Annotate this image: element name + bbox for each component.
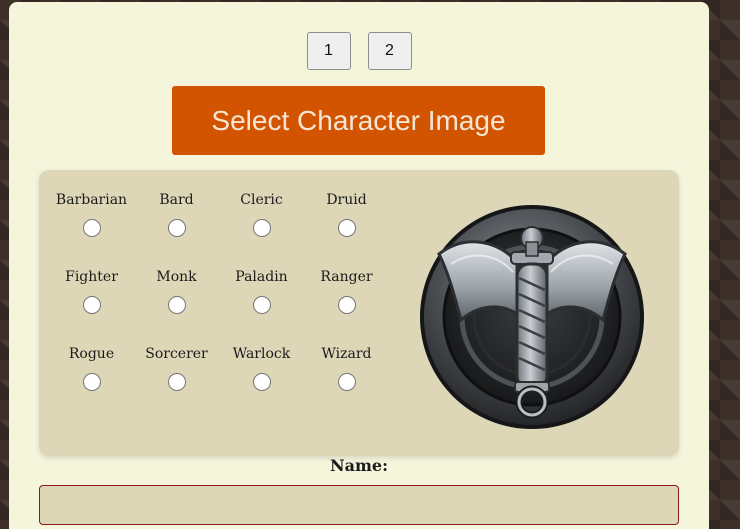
class-option-druid: Druid: [304, 190, 389, 267]
name-input[interactable]: [39, 485, 679, 525]
class-label: Sorcerer: [145, 346, 208, 362]
class-label: Fighter: [65, 269, 118, 285]
class-radio[interactable]: [167, 219, 186, 237]
class-radio[interactable]: [82, 219, 101, 237]
class-label: Paladin: [235, 269, 288, 285]
page-pagination: 1 2: [9, 32, 709, 70]
class-option-barbarian: Barbarian: [49, 190, 134, 267]
class-radio[interactable]: [337, 373, 356, 391]
character-panel: 1 2 Select Character Image Barbarian Bar…: [9, 2, 709, 529]
name-label: Name:: [329, 456, 388, 475]
page-1-button[interactable]: 1: [306, 32, 351, 70]
class-radio[interactable]: [337, 219, 356, 237]
class-radio[interactable]: [252, 219, 271, 237]
class-radio[interactable]: [167, 373, 186, 391]
class-option-bard: Bard: [134, 190, 219, 267]
class-radio[interactable]: [337, 296, 356, 314]
class-label: Ranger: [320, 269, 373, 285]
class-label: Warlock: [232, 346, 291, 362]
class-option-wizard: Wizard: [304, 344, 389, 421]
class-label: Cleric: [240, 192, 283, 208]
class-selection-box: Barbarian Bard Cleric Druid Fighter Monk: [39, 170, 679, 456]
class-option-fighter: Fighter: [49, 267, 134, 344]
class-radio[interactable]: [252, 373, 271, 391]
class-label: Barbarian: [55, 192, 128, 208]
class-option-ranger: Ranger: [304, 267, 389, 344]
page-2-button[interactable]: 2: [367, 32, 412, 70]
class-option-monk: Monk: [134, 267, 219, 344]
select-character-image-button[interactable]: Select Character Image: [172, 86, 545, 155]
class-option-warlock: Warlock: [219, 344, 304, 421]
class-label: Monk: [156, 269, 197, 285]
class-label: Wizard: [321, 346, 372, 362]
class-option-cleric: Cleric: [219, 190, 304, 267]
class-option-paladin: Paladin: [219, 267, 304, 344]
class-radio[interactable]: [167, 296, 186, 314]
class-radio[interactable]: [82, 296, 101, 314]
class-radio[interactable]: [252, 296, 271, 314]
class-label: Druid: [326, 192, 367, 208]
class-radio[interactable]: [82, 373, 101, 391]
class-option-sorcerer: Sorcerer: [134, 344, 219, 421]
class-option-rogue: Rogue: [49, 344, 134, 421]
dagger-emblem-icon: [420, 205, 644, 429]
class-label: Rogue: [68, 346, 115, 362]
class-label: Bard: [159, 192, 194, 208]
class-radio-grid: Barbarian Bard Cleric Druid Fighter Monk: [49, 190, 389, 421]
